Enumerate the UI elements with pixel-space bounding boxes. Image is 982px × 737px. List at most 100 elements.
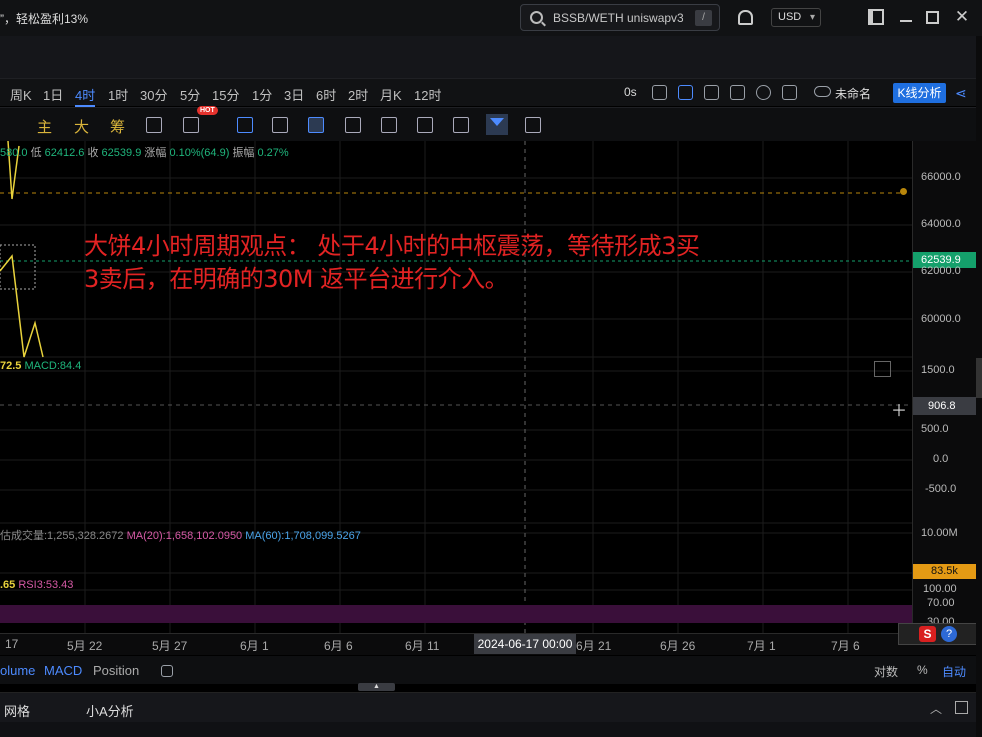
crosshair-value-tag: 906.8 bbox=[913, 397, 977, 415]
date-label: 6月 6 bbox=[324, 639, 353, 653]
right-edge-panel bbox=[976, 36, 982, 737]
copy-icon[interactable] bbox=[237, 117, 253, 133]
axis-label: 70.00 bbox=[927, 597, 955, 609]
currency-select[interactable]: USD bbox=[771, 8, 821, 27]
axis-label: 64000.0 bbox=[921, 218, 961, 230]
axis-label: 500.0 bbox=[921, 423, 949, 435]
alert-marker[interactable] bbox=[900, 188, 907, 195]
date-label: 17 bbox=[5, 637, 19, 651]
tf-30m[interactable]: 30分 bbox=[140, 85, 167, 104]
date-label: 6月 21 bbox=[576, 639, 612, 653]
minimize-button[interactable] bbox=[899, 9, 915, 25]
date-label: 6月 26 bbox=[660, 639, 696, 653]
pivot-box[interactable] bbox=[0, 244, 36, 290]
input-method-helper[interactable]: S ? bbox=[898, 623, 978, 645]
big-order-button[interactable]: 大 bbox=[74, 116, 89, 137]
tf-6h[interactable]: 6时 bbox=[316, 85, 336, 104]
axis-label: 10.00M bbox=[921, 527, 958, 539]
maximize-button[interactable] bbox=[926, 11, 939, 24]
layout-name[interactable]: 未命名 bbox=[835, 85, 871, 102]
tf-5m[interactable]: 5分 bbox=[180, 85, 200, 104]
rsi-band bbox=[0, 605, 912, 623]
note-icon[interactable] bbox=[417, 117, 433, 133]
indicator-icon[interactable] bbox=[146, 117, 162, 133]
side-collapse-handle[interactable] bbox=[976, 358, 982, 398]
promo-text[interactable]: ”，轻松盈利13% bbox=[0, 10, 88, 27]
tf-monthly[interactable]: 月K bbox=[380, 85, 402, 104]
chart-grid bbox=[0, 141, 912, 633]
template-icon[interactable] bbox=[730, 85, 745, 100]
crop-icon[interactable] bbox=[704, 85, 719, 100]
tf-3d[interactable]: 3日 bbox=[284, 85, 304, 104]
scale-auto[interactable]: 自动 bbox=[942, 663, 966, 680]
share-icon[interactable]: ⋖ bbox=[955, 85, 967, 102]
crosshair-plus-icon[interactable]: ＋ bbox=[891, 397, 907, 421]
edit-icon[interactable] bbox=[161, 665, 173, 677]
sogou-icon[interactable]: S bbox=[919, 626, 936, 642]
date-label: 6月 1 bbox=[240, 639, 269, 653]
axis-label: 62000.0 bbox=[921, 265, 961, 277]
ohlc-readout: 580.0 低 62412.6 收 62539.9 涨幅 0.10%(64.9)… bbox=[0, 147, 289, 159]
crosshair-date-tag: 2024-06-17 00:00 bbox=[474, 634, 576, 654]
kline-analysis-button[interactable]: K线分析 bbox=[893, 83, 946, 103]
tab-macd[interactable]: MACD bbox=[44, 663, 82, 678]
close-button[interactable]: ✕ bbox=[954, 8, 970, 25]
lock-icon[interactable] bbox=[381, 117, 397, 133]
tf-15m[interactable]: 15分 bbox=[212, 85, 239, 104]
popout-icon[interactable] bbox=[955, 701, 968, 714]
price-axis[interactable]: 66000.0 64000.0 62539.9 62000.0 60000.0 … bbox=[912, 141, 977, 633]
resize-handle[interactable]: ▲ bbox=[358, 683, 395, 691]
tf-1m[interactable]: 1分 bbox=[252, 85, 272, 104]
tab-volume[interactable]: olume bbox=[0, 663, 35, 678]
help-icon[interactable]: ? bbox=[941, 626, 957, 642]
volume-readout: 估成交量:1,255,328.2672 MA(20):1,658,102.095… bbox=[0, 530, 361, 542]
tf-1d[interactable]: 1日 bbox=[43, 85, 63, 104]
date-label: 5月 27 bbox=[152, 639, 188, 653]
filter-icon[interactable] bbox=[486, 114, 508, 135]
cloud-icon[interactable] bbox=[814, 86, 831, 97]
trash-icon[interactable] bbox=[525, 117, 541, 133]
chevron-up-icon[interactable]: ︿ bbox=[930, 700, 942, 717]
date-label: 5月 22 bbox=[67, 639, 103, 653]
candles-icon[interactable] bbox=[345, 117, 361, 133]
scale-log[interactable]: 对数 bbox=[874, 663, 898, 680]
pen-icon[interactable] bbox=[678, 85, 693, 100]
expand-icon[interactable] bbox=[874, 361, 891, 377]
fullscreen-icon[interactable] bbox=[782, 85, 797, 100]
countdown: 0s bbox=[624, 85, 637, 99]
top-bar: ”，轻松盈利13% / USD ✕ bbox=[0, 0, 982, 36]
hot-badge: HOT bbox=[197, 106, 218, 115]
camera-icon[interactable] bbox=[652, 85, 667, 100]
chips-button[interactable]: 筹 bbox=[110, 116, 125, 137]
ai-analysis-tab[interactable]: 小A分析 bbox=[86, 701, 134, 720]
axis-label: 100.00 bbox=[923, 583, 957, 595]
tf-12h[interactable]: 12时 bbox=[414, 85, 441, 104]
analysis-annotation[interactable]: 大饼4小时周期观点： 处于4小时的中枢震荡，等待形成3买 3卖后，在明确的30M… bbox=[84, 230, 700, 296]
layout-icon[interactable] bbox=[868, 9, 884, 25]
search-input[interactable] bbox=[553, 9, 683, 27]
drawing-toolbar: 主 大 筹 HOT bbox=[0, 106, 976, 141]
strategy-icon[interactable] bbox=[183, 117, 199, 133]
date-label: 7月 1 bbox=[747, 639, 776, 653]
tab-position[interactable]: Position bbox=[93, 663, 139, 678]
date-axis[interactable]: 17 5月 22 5月 27 6月 1 6月 6 6月 11 2024-06-1… bbox=[0, 633, 976, 655]
magnet-icon[interactable] bbox=[453, 117, 469, 133]
chart-area[interactable]: 580.0 低 62412.6 收 62539.9 涨幅 0.10%(64.9)… bbox=[0, 141, 912, 633]
tf-2h[interactable]: 2时 bbox=[348, 85, 368, 104]
search-box[interactable]: / bbox=[520, 4, 720, 31]
scale-percent[interactable]: % bbox=[917, 663, 928, 677]
search-shortcut: / bbox=[695, 10, 712, 26]
date-label: 6月 11 bbox=[405, 639, 440, 653]
gear-icon[interactable] bbox=[756, 85, 771, 100]
tf-4h[interactable]: 4时 bbox=[75, 85, 96, 107]
tf-1h[interactable]: 1时 bbox=[108, 85, 128, 104]
search-icon bbox=[530, 11, 543, 24]
ruler-icon[interactable] bbox=[272, 117, 288, 133]
bell-icon[interactable] bbox=[738, 10, 753, 25]
date-label: 7月 6 bbox=[831, 639, 860, 653]
main-indicator-button[interactable]: 主 bbox=[37, 116, 52, 137]
grid-tab[interactable]: 网格 bbox=[4, 701, 30, 720]
axis-label: 66000.0 bbox=[921, 171, 961, 183]
tf-weekly[interactable]: 周K bbox=[10, 85, 32, 104]
trendline-icon[interactable] bbox=[308, 117, 324, 133]
